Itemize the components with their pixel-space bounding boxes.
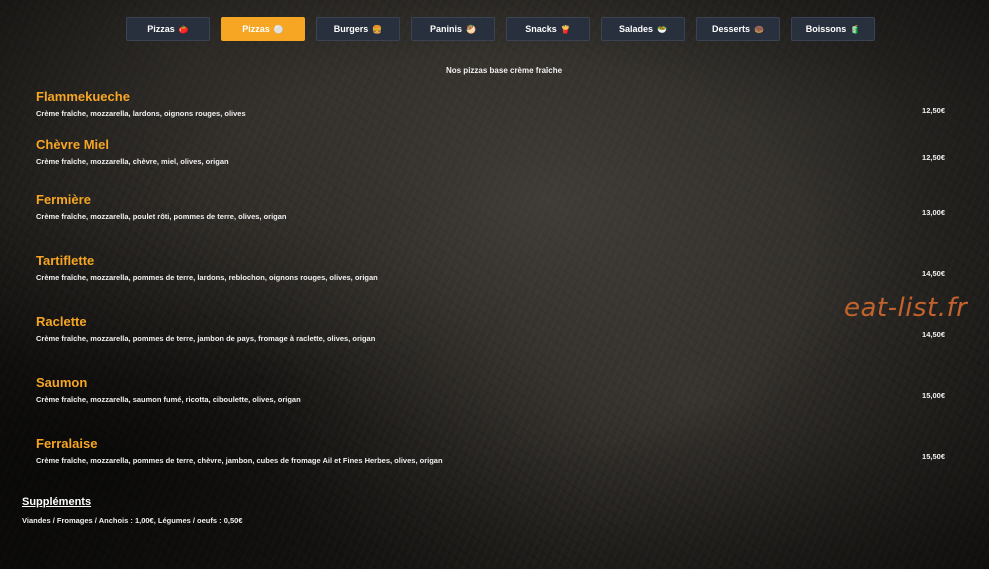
tab-paninis[interactable]: Paninis 🥙	[411, 17, 495, 41]
menu-item-name: Fermière	[36, 192, 91, 207]
fries-icon: 🍟	[560, 24, 571, 34]
tab-burgers[interactable]: Burgers 🍔	[316, 17, 400, 41]
menu-item: Fermière Crème fraîche, mozzarella, poul…	[36, 192, 946, 222]
tomato-icon: 🍅	[178, 24, 189, 34]
tab-label: Pizzas	[147, 24, 175, 34]
menu-item-price: 12,50€	[922, 106, 945, 115]
menu-item: Saumon Crème fraîche, mozzarella, saumon…	[36, 375, 946, 405]
menu-item-name: Saumon	[36, 375, 88, 390]
tab-desserts[interactable]: Desserts 🍩	[696, 17, 780, 41]
tab-label: Desserts	[712, 24, 751, 34]
tab-label: Boissons	[805, 24, 847, 34]
tab-boissons[interactable]: Boissons 🧃	[791, 17, 875, 41]
menu-item-name: Flammekueche	[36, 89, 130, 104]
menu-item-price: 15,50€	[922, 452, 945, 461]
menu-item-name: Ferralaise	[36, 436, 98, 451]
tab-label: Paninis	[430, 24, 463, 34]
tab-label: Snacks	[525, 24, 557, 34]
menu-item-description: Crème fraîche, mozzarella, pommes de ter…	[36, 456, 443, 465]
menu-item-description: Crème fraîche, mozzarella, poulet rôti, …	[36, 212, 287, 221]
tab-pizzas-cream[interactable]: Pizzas ⚪	[221, 17, 305, 41]
menu-item: Chèvre Miel Crème fraîche, mozzarella, c…	[36, 137, 946, 167]
menu-item-name: Tartiflette	[36, 253, 95, 268]
donut-icon: 🍩	[754, 24, 764, 34]
tab-label: Burgers	[333, 24, 369, 34]
menu-item-price: 14,50€	[922, 269, 945, 278]
supplements-title: Suppléments	[22, 496, 92, 508]
menu-item-description: Crème fraîche, mozzarella, pommes de ter…	[36, 334, 376, 343]
menu-item-description: Crème fraîche, mozzarella, saumon fumé, …	[36, 395, 301, 404]
menu-item-description: Crème fraîche, mozzarella, pommes de ter…	[36, 273, 378, 282]
panini-icon: 🥙	[466, 24, 476, 34]
menu-item: Tartiflette Crème fraîche, mozzarella, p…	[36, 253, 946, 283]
menu-item-price: 15,00€	[922, 391, 945, 400]
cream-circle-icon: ⚪	[273, 24, 284, 34]
menu-item-description: Crème fraîche, mozzarella, lardons, oign…	[36, 109, 246, 118]
tab-label: Salades	[619, 24, 654, 34]
category-tabs: Pizzas 🍅 Pizzas ⚪ Burgers 🍔 Paninis 🥙 Sn…	[126, 17, 875, 41]
tab-snacks[interactable]: Snacks 🍟	[506, 17, 590, 41]
menu-item-price: 13,00€	[922, 208, 945, 217]
menu-item: Ferralaise Crème fraîche, mozzarella, po…	[36, 436, 946, 466]
watermark: eat-list.fr	[844, 293, 968, 323]
salad-icon: 🥗	[657, 24, 667, 34]
burger-icon: 🍔	[372, 24, 383, 34]
tab-pizzas-tomato[interactable]: Pizzas 🍅	[126, 17, 210, 41]
menu-item-price: 12,50€	[922, 153, 945, 162]
tab-label: Pizzas	[242, 24, 270, 34]
supplements-text: Viandes / Fromages / Anchois : 1,00€, Lé…	[22, 516, 243, 525]
tab-salades[interactable]: Salades 🥗	[601, 17, 685, 41]
menu-item-description: Crème fraîche, mozzarella, chèvre, miel,…	[36, 157, 229, 166]
menu-item-price: 14,50€	[922, 330, 945, 339]
menu-item: Flammekueche Crème fraîche, mozzarella, …	[36, 89, 946, 119]
section-intro: Nos pizzas base crème fraîche	[445, 66, 563, 75]
background-vignette	[0, 0, 989, 569]
menu-item-name: Chèvre Miel	[36, 137, 109, 152]
menu-item: Raclette Crème fraîche, mozzarella, pomm…	[36, 314, 946, 344]
menu-item-name: Raclette	[36, 314, 87, 329]
drink-icon: 🧃	[850, 24, 861, 34]
